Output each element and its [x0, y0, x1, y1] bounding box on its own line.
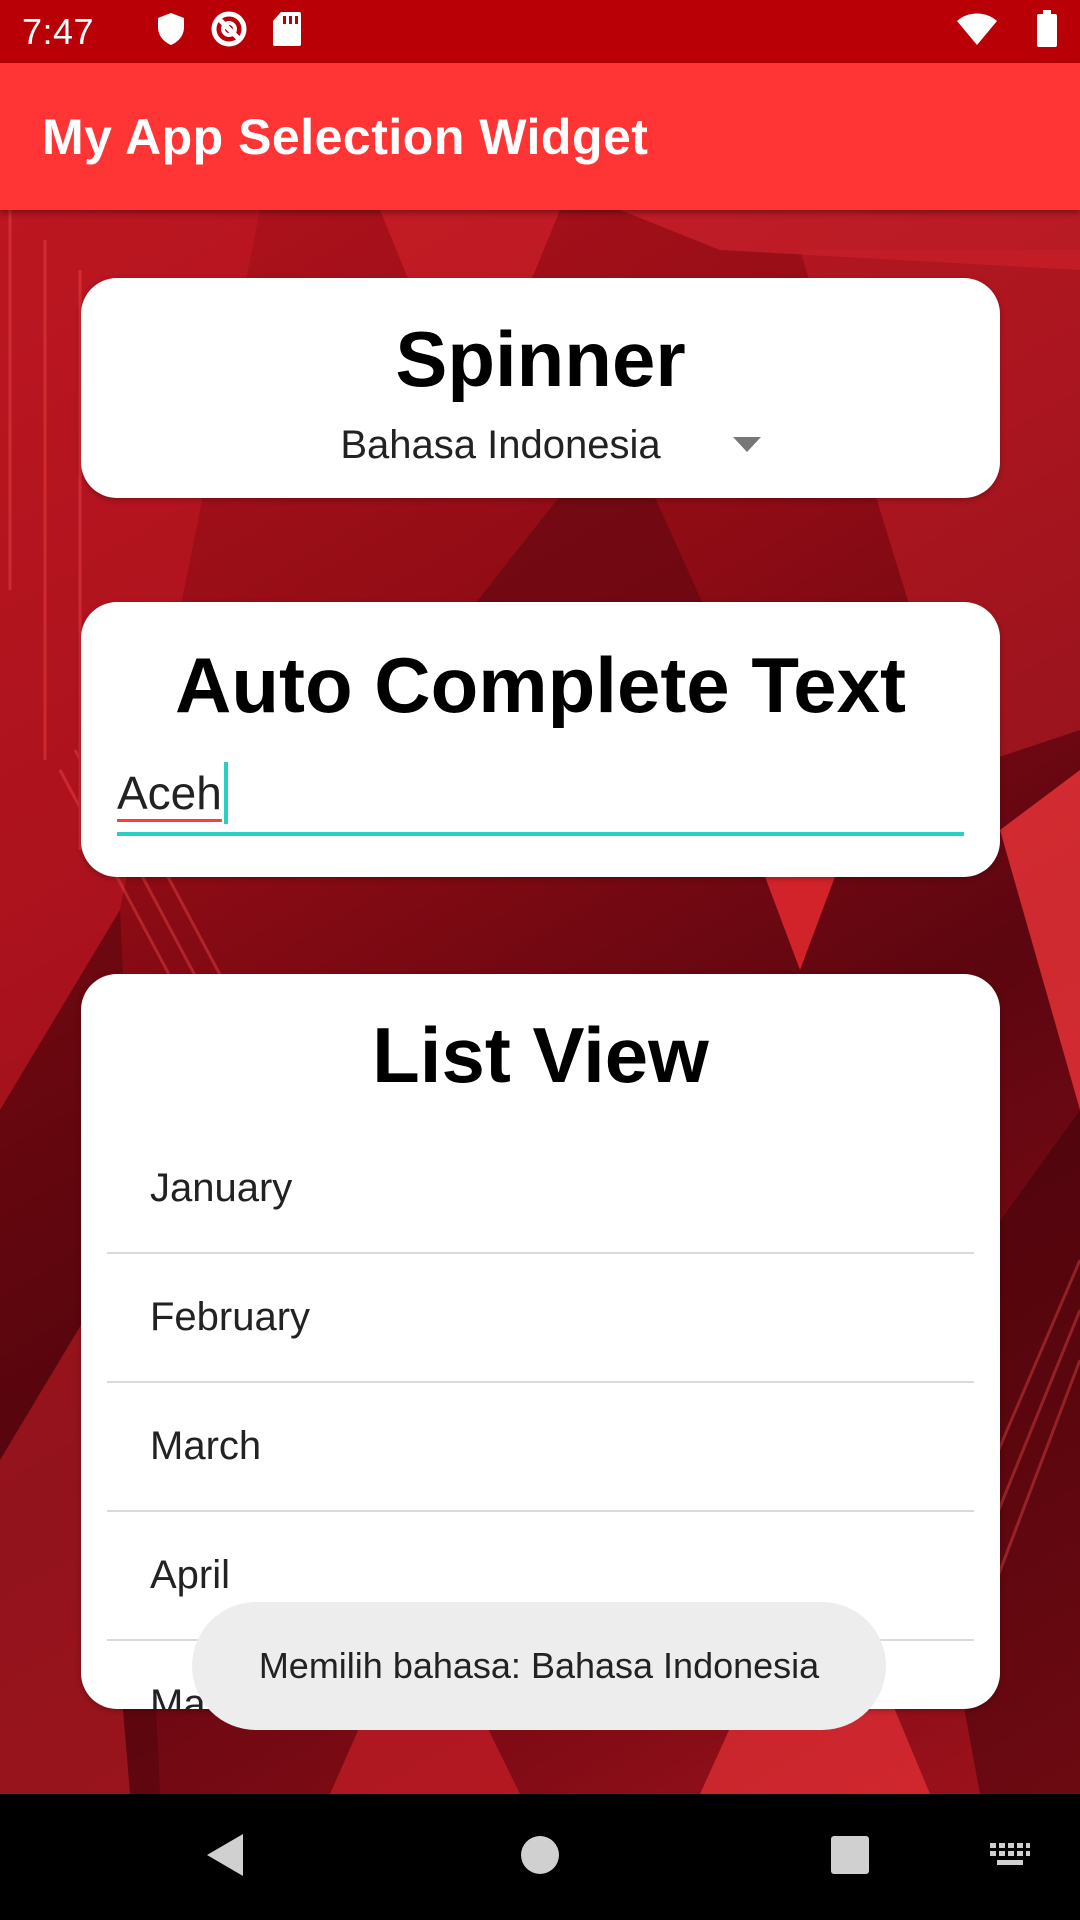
content-area: Spinner Bahasa Indonesia Auto Complete T… [0, 210, 1080, 1794]
shield-icon [156, 12, 186, 51]
home-button[interactable] [500, 1794, 580, 1920]
autocomplete-input-value: Aceh [117, 767, 222, 819]
battery-icon [1036, 10, 1058, 53]
status-time: 7:47 [22, 10, 95, 52]
spinner-selected-value: Bahasa Indonesia [340, 422, 661, 467]
status-bar: 7:47 [0, 0, 1080, 63]
text-cursor [223, 762, 228, 824]
navigation-bar [0, 1794, 1080, 1920]
wifi-icon [956, 12, 998, 51]
no-sync-icon [210, 10, 248, 53]
recents-button[interactable] [815, 1794, 885, 1920]
app-title: My App Selection Widget [42, 108, 649, 165]
list-item[interactable]: February [107, 1254, 974, 1383]
back-button[interactable] [190, 1794, 260, 1920]
autocomplete-input[interactable]: Aceh [117, 754, 964, 836]
back-icon [205, 1832, 245, 1883]
status-icons-left [156, 10, 302, 53]
home-icon [520, 1835, 560, 1880]
autocomplete-card: Auto Complete Text Aceh [81, 602, 1000, 877]
dropdown-arrow-icon [732, 436, 761, 458]
sd-card-icon [272, 11, 302, 52]
list-item[interactable]: March [107, 1383, 974, 1512]
status-icons-right [956, 10, 1058, 53]
keyboard-icon [989, 1840, 1031, 1875]
listview-title: List View [372, 1011, 709, 1099]
spinner-card: Spinner Bahasa Indonesia [81, 278, 1000, 498]
autocomplete-title: Auto Complete Text [175, 641, 906, 729]
app-bar: My App Selection Widget [0, 63, 1080, 210]
list-item[interactable]: January [107, 1125, 974, 1254]
recents-icon [830, 1835, 870, 1880]
listview-card: List View January February March April M… [81, 974, 1000, 1709]
toast-message: Memilih bahasa: Bahasa Indonesia [192, 1602, 886, 1730]
language-spinner[interactable]: Bahasa Indonesia [81, 420, 1000, 470]
spinner-title: Spinner [395, 315, 686, 403]
keyboard-switch-button[interactable] [980, 1794, 1040, 1920]
